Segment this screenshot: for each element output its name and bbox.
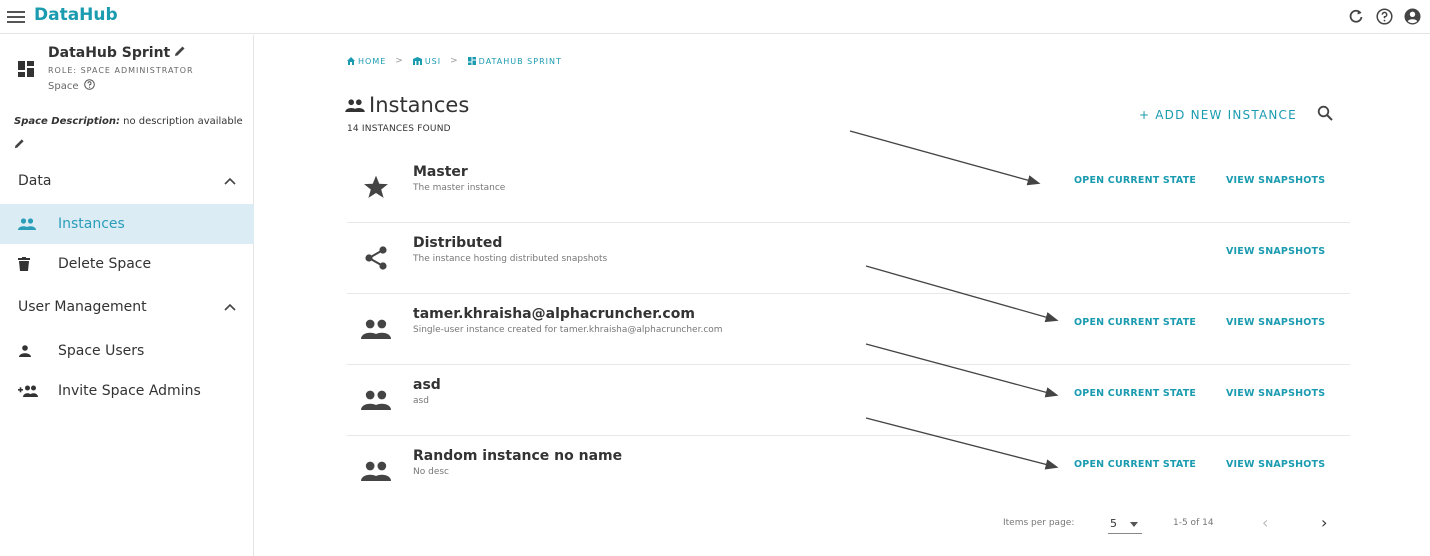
top-actions (1346, 6, 1422, 26)
sidebar-item-delete-space[interactable]: Delete Space (0, 244, 254, 284)
instance-name: asd (413, 377, 441, 393)
next-page-icon[interactable]: › (1321, 513, 1327, 532)
instance-row: tamer.khraisha@alphacruncher.com Single-… (347, 294, 1350, 365)
previous-page-icon[interactable]: ‹ (1262, 513, 1268, 532)
instance-row: asd asd OPEN CURRENT STATE VIEW SNAPSHOT… (347, 365, 1350, 436)
space-role: ROLE: SPACE ADMINISTRATOR (48, 66, 194, 75)
edit-name-icon[interactable] (174, 45, 186, 61)
add-instance-button[interactable]: + ADD NEW INSTANCE (1139, 108, 1297, 122)
instance-description: No desc (413, 467, 449, 477)
section-data[interactable]: Data (0, 161, 254, 201)
sidebar-item-label: Invite Space Admins (58, 383, 201, 399)
trash-icon (0, 257, 58, 271)
breadcrumb-usi[interactable]: USI (412, 56, 442, 66)
chevron-up-icon (224, 299, 236, 315)
person-icon (0, 345, 58, 357)
instance-description: Single-user instance created for tamer.k… (413, 325, 723, 335)
page-range: 1-5 of 14 (1173, 518, 1214, 528)
people-icon (345, 93, 365, 117)
items-per-page-value: 5 (1110, 517, 1117, 530)
sidebar-item-label: Space Users (58, 343, 145, 359)
space-description-label: Space Description: (14, 116, 120, 127)
breadcrumb-home-label: HOME (358, 56, 387, 66)
section-user-management-label: User Management (18, 299, 147, 315)
items-per-page-label: Items per page: (1003, 518, 1075, 528)
people-icon (361, 456, 391, 486)
share-icon (361, 243, 391, 273)
instance-count: 14 INSTANCES FOUND (347, 124, 451, 134)
top-bar: DataHub (0, 0, 1430, 34)
main-content: HOME > USI > DATAHUB SPRINT Instances 14… (255, 35, 1430, 556)
breadcrumb-separator: > (450, 56, 459, 66)
view-snapshots-button[interactable]: VIEW SNAPSHOTS (1226, 459, 1325, 470)
chevron-up-icon (224, 173, 236, 189)
instance-name: Random instance no name (413, 448, 623, 464)
sidebar-item-label: Instances (58, 216, 125, 232)
breadcrumb: HOME > USI > DATAHUB SPRINT (347, 56, 562, 66)
page-title-text: Instances (369, 93, 470, 117)
help-circle-icon[interactable] (84, 79, 96, 93)
sidebar-item-space-users[interactable]: Space Users (0, 331, 254, 371)
view-snapshots-button[interactable]: VIEW SNAPSHOTS (1226, 317, 1325, 328)
refresh-icon[interactable] (1346, 6, 1366, 26)
space-type-text: Space (48, 80, 79, 92)
space-header: DataHub Sprint ROLE: SPACE ADMINISTRATOR… (0, 35, 254, 115)
app-title[interactable]: DataHub (34, 5, 118, 25)
menu-icon[interactable] (7, 8, 25, 24)
star-icon (361, 172, 391, 202)
instance-row: Distributed The instance hosting distrib… (347, 223, 1350, 294)
edit-description-icon[interactable] (14, 134, 25, 153)
people-icon (361, 314, 391, 344)
open-current-state-button[interactable]: OPEN CURRENT STATE (1074, 388, 1196, 399)
instance-row: Random instance no name No desc OPEN CUR… (347, 436, 1350, 507)
dropdown-arrow-icon (1130, 522, 1138, 527)
view-snapshots-button[interactable]: VIEW SNAPSHOTS (1226, 175, 1325, 186)
space-description: Space Description: no description availa… (14, 116, 243, 127)
people-icon (361, 385, 391, 415)
space-type: Space (48, 79, 96, 93)
open-current-state-button[interactable]: OPEN CURRENT STATE (1074, 317, 1196, 328)
instance-description: The instance hosting distributed snapsho… (413, 254, 608, 264)
space-name: DataHub Sprint (48, 45, 186, 61)
view-snapshots-button[interactable]: VIEW SNAPSHOTS (1226, 246, 1325, 257)
space-name-text: DataHub Sprint (48, 45, 171, 61)
instance-name: Distributed (413, 235, 503, 251)
breadcrumb-usi-label: USI (424, 56, 442, 66)
paginator: Items per page: 5 1-5 of 14 ‹ › (255, 510, 1430, 540)
instance-description: The master instance (413, 183, 506, 193)
breadcrumb-space-label: DATAHUB SPRINT (478, 56, 562, 66)
sidebar: DataHub Sprint ROLE: SPACE ADMINISTRATOR… (0, 35, 254, 556)
instance-name: tamer.khraisha@alphacruncher.com (413, 306, 695, 322)
group-add-icon (0, 385, 58, 397)
open-current-state-button[interactable]: OPEN CURRENT STATE (1074, 175, 1196, 186)
breadcrumb-space[interactable]: DATAHUB SPRINT (467, 56, 562, 66)
items-per-page-select[interactable]: 5 (1108, 514, 1142, 534)
space-description-text: no description available (119, 116, 243, 127)
open-current-state-button[interactable]: OPEN CURRENT STATE (1074, 459, 1196, 470)
page-title: Instances (345, 93, 469, 117)
instance-description: asd (413, 396, 429, 406)
people-icon (0, 218, 58, 230)
dashboard-icon (18, 61, 34, 77)
sidebar-item-invite-admins[interactable]: Invite Space Admins (0, 371, 254, 411)
breadcrumb-home[interactable]: HOME (347, 57, 386, 66)
search-icon[interactable] (1317, 105, 1335, 123)
sidebar-item-instances[interactable]: Instances (0, 204, 254, 244)
instance-row: Master The master instance OPEN CURRENT … (347, 152, 1350, 223)
breadcrumb-separator: > (395, 56, 404, 66)
section-user-management[interactable]: User Management (0, 287, 254, 327)
sidebar-item-label: Delete Space (58, 256, 152, 272)
account-icon[interactable] (1402, 6, 1422, 26)
section-data-label: Data (18, 173, 52, 189)
instance-name: Master (413, 164, 468, 180)
view-snapshots-button[interactable]: VIEW SNAPSHOTS (1226, 388, 1325, 399)
help-icon[interactable] (1374, 6, 1394, 26)
